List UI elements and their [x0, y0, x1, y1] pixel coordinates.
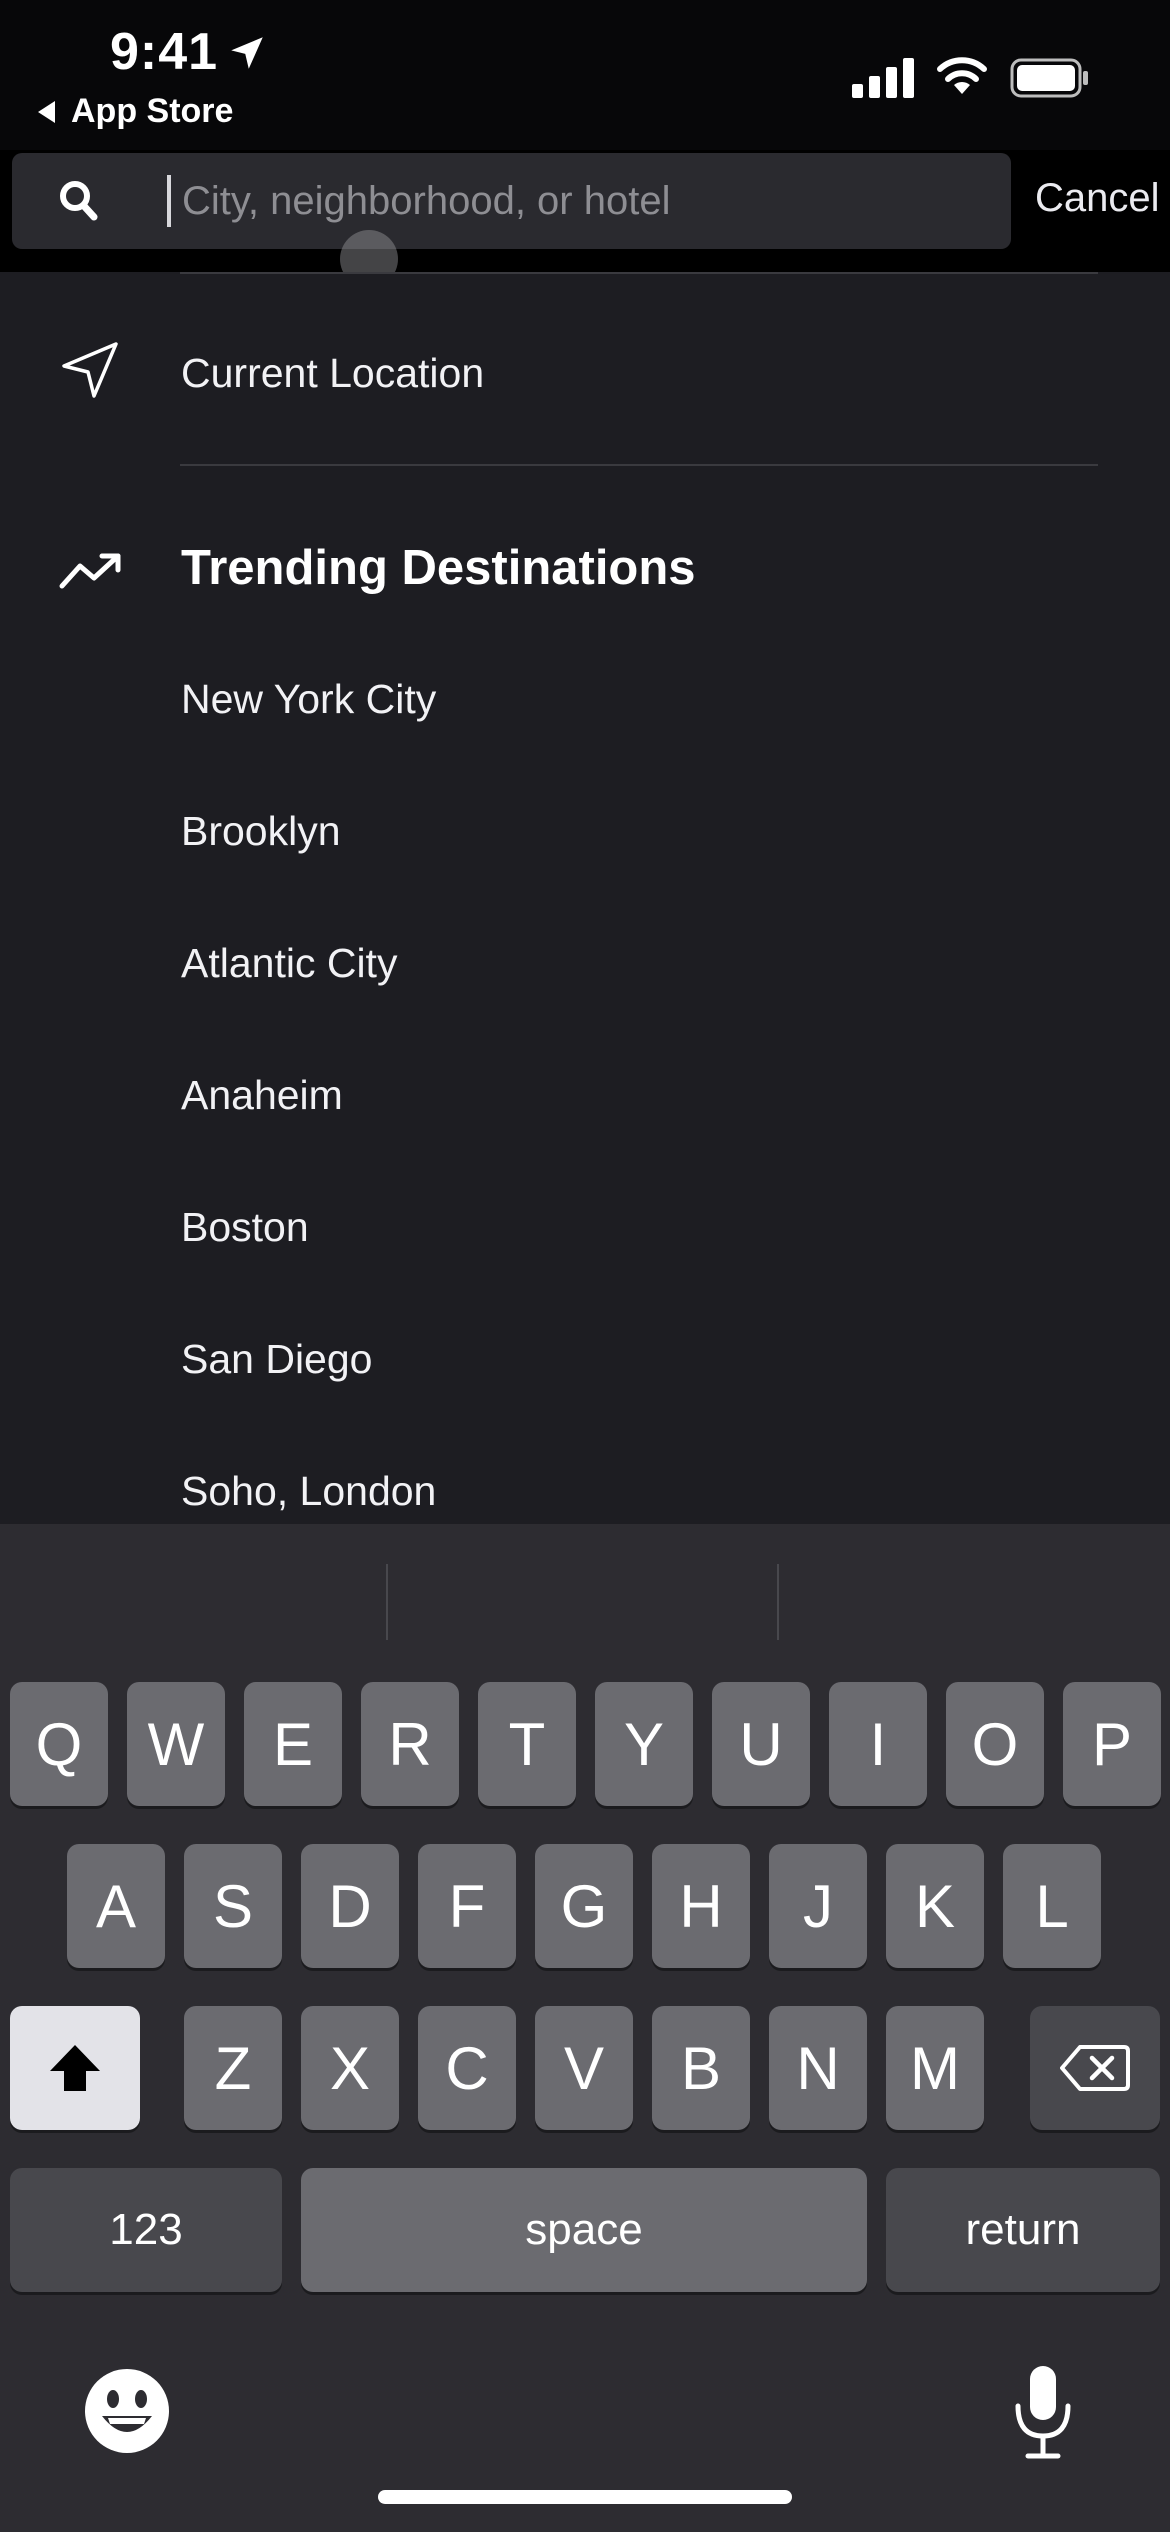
destination-item[interactable]: Anaheim: [181, 1072, 1081, 1142]
search-bar[interactable]: [12, 153, 1011, 249]
search-icon: [60, 181, 98, 221]
key-n[interactable]: N: [769, 2006, 867, 2130]
key-u[interactable]: U: [712, 1682, 810, 1806]
status-bar: 9:41 App Store Cancel: [0, 0, 1170, 249]
key-f[interactable]: F: [418, 1844, 516, 1968]
signal-icon: [852, 58, 914, 98]
key-y[interactable]: Y: [595, 1682, 693, 1806]
suggestion-separator: [777, 1564, 779, 1640]
key-o[interactable]: O: [946, 1682, 1044, 1806]
numbers-key[interactable]: 123: [10, 2168, 282, 2292]
current-location-row[interactable]: Current Location: [0, 312, 1170, 422]
key-a[interactable]: A: [67, 1844, 165, 1968]
back-triangle-icon: [38, 100, 55, 123]
back-to-app-store-link[interactable]: App Store: [38, 92, 233, 131]
battery-icon: [1010, 58, 1088, 98]
microphone-icon[interactable]: [1008, 2362, 1078, 2462]
key-g[interactable]: G: [535, 1844, 633, 1968]
return-key[interactable]: return: [886, 2168, 1160, 2292]
backspace-icon: [1060, 2045, 1130, 2091]
trending-destinations-header: Trending Destinations: [0, 522, 1170, 612]
destination-item[interactable]: Brooklyn: [181, 808, 1081, 878]
key-i[interactable]: I: [829, 1682, 927, 1806]
key-e[interactable]: E: [244, 1682, 342, 1806]
divider: [180, 272, 1098, 274]
wifi-icon: [937, 57, 987, 94]
destination-item[interactable]: San Diego: [181, 1336, 1081, 1406]
destination-item[interactable]: Atlantic City: [181, 940, 1081, 1010]
text-caret: [167, 175, 171, 227]
suggestions-list: Current Location Trending Destinations N…: [0, 272, 1170, 1524]
suggestion-separator: [386, 1564, 388, 1640]
key-x[interactable]: X: [301, 2006, 399, 2130]
destination-item[interactable]: Boston: [181, 1204, 1081, 1274]
home-indicator[interactable]: [378, 2490, 792, 2504]
key-q[interactable]: Q: [10, 1682, 108, 1806]
key-h[interactable]: H: [652, 1844, 750, 1968]
location-arrow-icon: [231, 37, 263, 69]
key-v[interactable]: V: [535, 2006, 633, 2130]
trending-up-icon: [59, 553, 121, 589]
space-key[interactable]: space: [301, 2168, 867, 2292]
key-r[interactable]: R: [361, 1682, 459, 1806]
navigation-arrow-icon: [62, 342, 118, 398]
backspace-key[interactable]: [1030, 2006, 1160, 2130]
keyboard: Q W E R T Y U I O P A S D F G H J K L Z …: [0, 1524, 1170, 2532]
key-l[interactable]: L: [1003, 1844, 1101, 1968]
key-z[interactable]: Z: [184, 2006, 282, 2130]
key-c[interactable]: C: [418, 2006, 516, 2130]
current-location-label: Current Location: [181, 350, 485, 396]
destination-item[interactable]: Soho, London: [181, 1468, 1081, 1524]
search-input[interactable]: [182, 167, 982, 235]
emoji-icon[interactable]: [82, 2366, 172, 2456]
key-p[interactable]: P: [1063, 1682, 1161, 1806]
key-d[interactable]: D: [301, 1844, 399, 1968]
shift-icon: [50, 2045, 100, 2091]
shift-key[interactable]: [10, 2006, 140, 2130]
status-time: 9:41: [110, 23, 219, 81]
key-s[interactable]: S: [184, 1844, 282, 1968]
key-m[interactable]: M: [886, 2006, 984, 2130]
divider: [180, 464, 1098, 466]
key-j[interactable]: J: [769, 1844, 867, 1968]
back-label: App Store: [71, 92, 234, 130]
key-b[interactable]: B: [652, 2006, 750, 2130]
key-t[interactable]: T: [478, 1682, 576, 1806]
key-k[interactable]: K: [886, 1844, 984, 1968]
trending-destinations-title: Trending Destinations: [181, 541, 696, 595]
key-w[interactable]: W: [127, 1682, 225, 1806]
cancel-button[interactable]: Cancel: [1035, 176, 1160, 221]
destination-item[interactable]: New York City: [181, 676, 1081, 746]
